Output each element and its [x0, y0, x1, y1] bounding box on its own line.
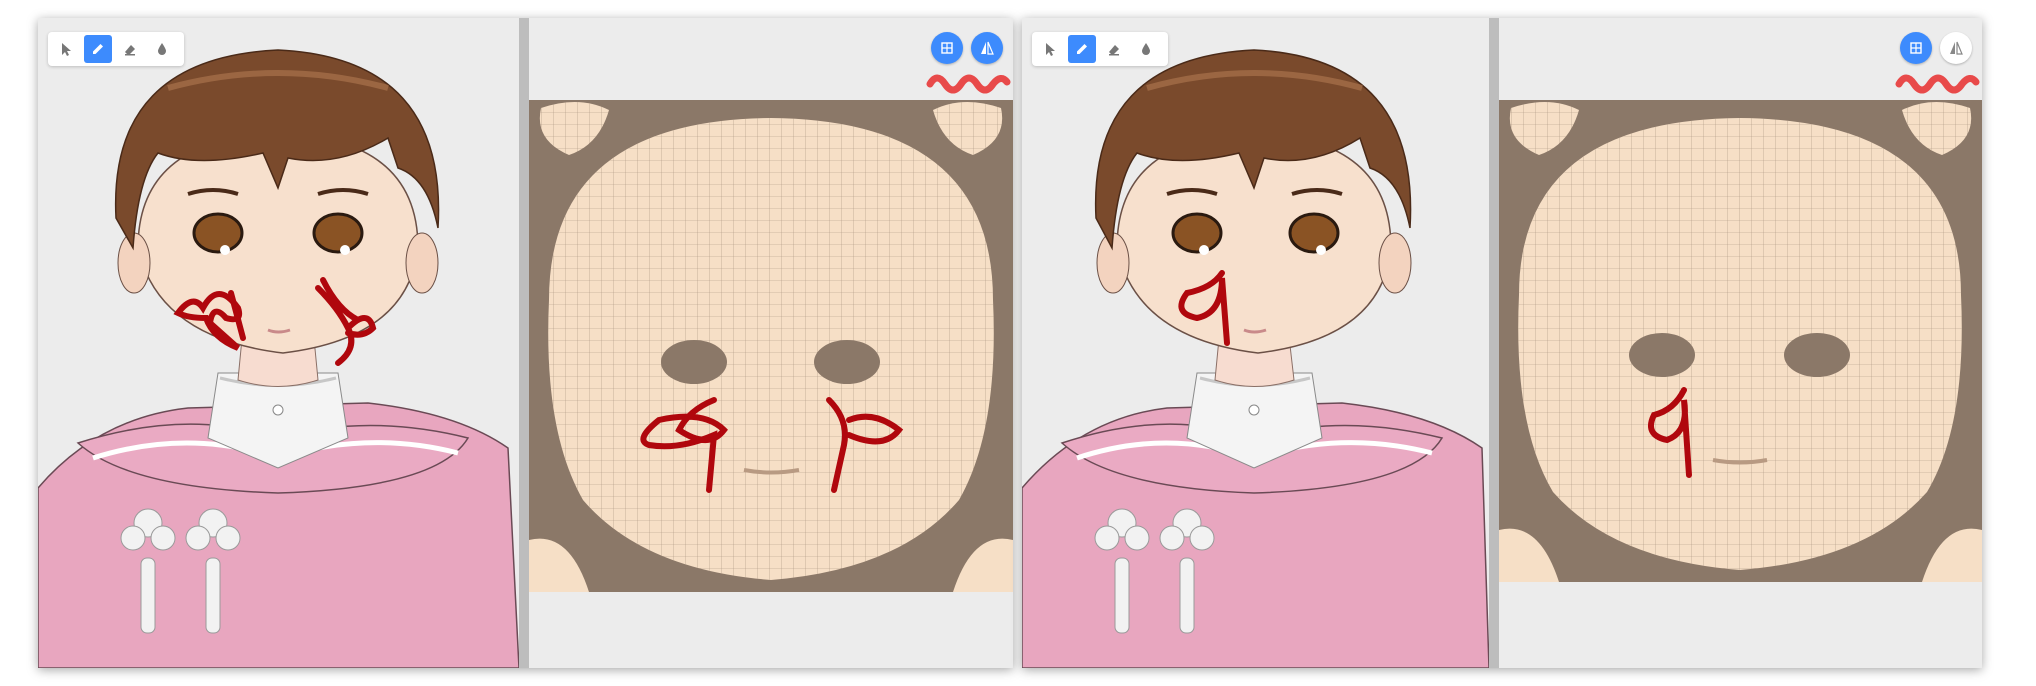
red-squiggle-highlight	[1895, 74, 1980, 94]
avatar-model	[1022, 49, 1489, 668]
uv-texture-canvas[interactable]	[529, 100, 1013, 592]
uv-editor[interactable]	[529, 18, 1013, 668]
pencil-icon[interactable]	[1068, 35, 1096, 63]
eraser-icon[interactable]	[116, 35, 144, 63]
drop-icon[interactable]	[1132, 35, 1160, 63]
cursor-icon[interactable]	[52, 35, 80, 63]
editor-window-before	[38, 18, 1013, 668]
editor-window-after	[1022, 18, 1982, 668]
pencil-icon[interactable]	[84, 35, 112, 63]
pane-splitter[interactable]	[519, 18, 529, 668]
grid-icon[interactable]	[931, 32, 963, 64]
mirror-icon[interactable]	[971, 32, 1003, 64]
uv-toolbar	[1900, 32, 1972, 64]
avatar-model	[38, 49, 519, 668]
uv-editor[interactable]	[1499, 18, 1982, 668]
uv-toolbar	[931, 32, 1003, 64]
grid-icon[interactable]	[1900, 32, 1932, 64]
uv-texture-canvas[interactable]	[1499, 100, 1982, 582]
mirror-icon[interactable]	[1940, 32, 1972, 64]
cursor-icon[interactable]	[1036, 35, 1064, 63]
paint-toolbar	[48, 32, 184, 66]
pane-splitter[interactable]	[1489, 18, 1499, 668]
red-squiggle-highlight	[926, 74, 1011, 94]
3d-viewport[interactable]	[1022, 18, 1489, 668]
eraser-icon[interactable]	[1100, 35, 1128, 63]
drop-icon[interactable]	[148, 35, 176, 63]
3d-viewport[interactable]	[38, 18, 519, 668]
paint-toolbar	[1032, 32, 1168, 66]
